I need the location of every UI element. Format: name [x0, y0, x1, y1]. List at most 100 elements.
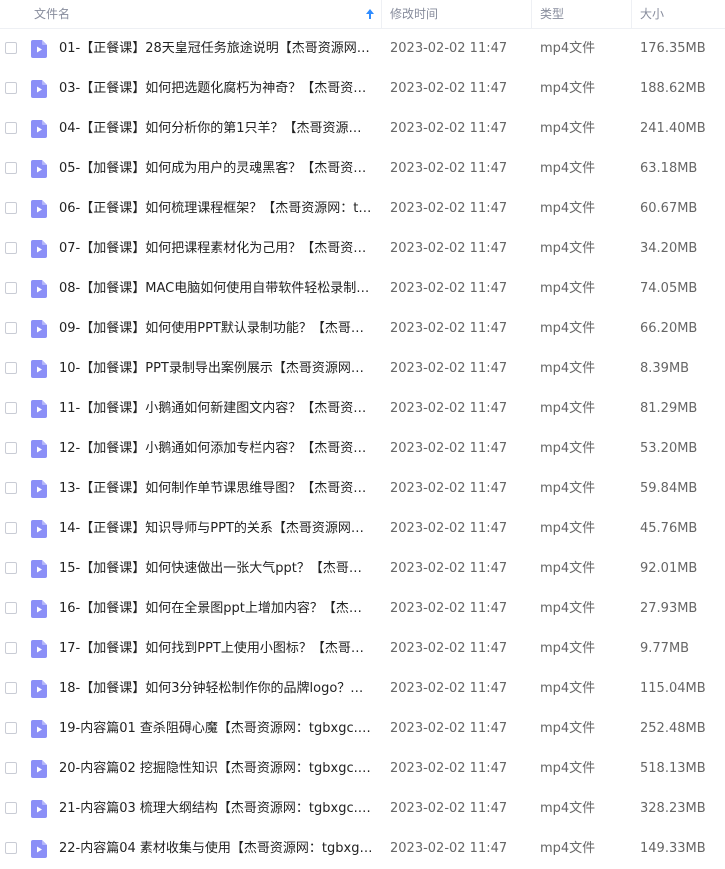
- file-row[interactable]: 15-【加餐课】如何快速做出一张大气ppt？【杰哥资源网：tgbxgc.com】…: [0, 549, 725, 589]
- file-row[interactable]: 17-【加餐课】如何找到PPT上使用小图标？【杰哥资源网：tgbxgc.com】…: [0, 629, 725, 669]
- row-checkbox[interactable]: [5, 42, 17, 54]
- file-type: mp4文件: [540, 281, 596, 296]
- file-row[interactable]: 10-【加餐课】PPT录制导出案例展示【杰哥资源网：tgbxgc.com】 202…: [0, 349, 725, 389]
- file-name[interactable]: 15-【加餐课】如何快速做出一张大气ppt？【杰哥资源网：tgbxgc.com】: [59, 549, 373, 589]
- video-file-icon: [31, 120, 47, 138]
- file-name[interactable]: 08-【加餐课】MAC电脑如何使用自带软件轻松录制视频【杰哥资源网：tgbxgc…: [59, 269, 373, 309]
- file-size: 92.01MB: [640, 561, 698, 576]
- file-row[interactable]: 08-【加餐课】MAC电脑如何使用自带软件轻松录制视频【杰哥资源网：tgbxgc…: [0, 269, 725, 309]
- row-checkbox[interactable]: [5, 122, 17, 134]
- file-row[interactable]: 18-【加餐课】如何3分钟轻松制作你的品牌logo？【杰哥资源网：tgbxgc.…: [0, 669, 725, 709]
- column-header-date[interactable]: 修改时间: [390, 0, 438, 28]
- file-row[interactable]: 05-【加餐课】如何成为用户的灵魂黑客？【杰哥资源网：tgbxgc.com】 20…: [0, 149, 725, 189]
- row-checkbox[interactable]: [5, 722, 17, 734]
- video-file-icon: [31, 80, 47, 98]
- row-checkbox[interactable]: [5, 402, 17, 414]
- row-checkbox[interactable]: [5, 642, 17, 654]
- arrow-up-icon[interactable]: [364, 7, 376, 21]
- file-row[interactable]: 20-内容篇02 挖掘隐性知识【杰哥资源网：tgbxgc.com】 2023-02…: [0, 749, 725, 789]
- file-row[interactable]: 19-内容篇01 查杀阻碍心魔【杰哥资源网：tgbxgc.com】 2023-02…: [0, 709, 725, 749]
- row-checkbox[interactable]: [5, 602, 17, 614]
- column-divider[interactable]: [631, 0, 632, 28]
- file-modified-time: 2023-02-02 11:47: [390, 401, 508, 416]
- video-file-icon: [31, 840, 47, 858]
- row-checkbox[interactable]: [5, 802, 17, 814]
- file-name[interactable]: 14-【正餐课】知识导师与PPT的关系【杰哥资源网：tgbxgc.com】: [59, 509, 373, 549]
- row-checkbox[interactable]: [5, 322, 17, 334]
- file-row[interactable]: 03-【正餐课】如何把选题化腐朽为神奇？【杰哥资源网：tgbxgc.com】 20…: [0, 69, 725, 109]
- file-type: mp4文件: [540, 561, 596, 576]
- file-modified-time: 2023-02-02 11:47: [390, 441, 508, 456]
- file-row[interactable]: 09-【加餐课】如何使用PPT默认录制功能？【杰哥资源网：tgbxgc.com】…: [0, 309, 725, 349]
- column-header-type[interactable]: 类型: [540, 0, 564, 28]
- row-checkbox[interactable]: [5, 242, 17, 254]
- row-checkbox[interactable]: [5, 202, 17, 214]
- file-row[interactable]: 01-【正餐课】28天皇冠任务旅途说明【杰哥资源网：tgbxgc.com】 202…: [0, 29, 725, 69]
- file-name[interactable]: 17-【加餐课】如何找到PPT上使用小图标？【杰哥资源网：tgbxgc.com】: [59, 629, 373, 669]
- file-row[interactable]: 04-【正餐课】如何分析你的第1只羊？【杰哥资源网：tgbxgc.com】 202…: [0, 109, 725, 149]
- file-name[interactable]: 16-【加餐课】如何在全景图ppt上增加内容？【杰哥资源网：tgbxgc.com…: [59, 589, 373, 629]
- row-checkbox[interactable]: [5, 522, 17, 534]
- file-type: mp4文件: [540, 801, 596, 816]
- file-name[interactable]: 18-【加餐课】如何3分钟轻松制作你的品牌logo？【杰哥资源网：tgbxgc.…: [59, 669, 373, 709]
- file-name[interactable]: 05-【加餐课】如何成为用户的灵魂黑客？【杰哥资源网：tgbxgc.com】: [59, 149, 373, 189]
- file-type: mp4文件: [540, 761, 596, 776]
- column-header-size[interactable]: 大小: [640, 0, 664, 28]
- file-modified-time: 2023-02-02 11:47: [390, 721, 508, 736]
- row-checkbox[interactable]: [5, 282, 17, 294]
- file-name[interactable]: 09-【加餐课】如何使用PPT默认录制功能？【杰哥资源网：tgbxgc.com】: [59, 309, 373, 349]
- row-checkbox[interactable]: [5, 842, 17, 854]
- file-row[interactable]: 07-【加餐课】如何把课程素材化为己用？【杰哥资源网：tgbxgc.com】 20…: [0, 229, 725, 269]
- file-name[interactable]: 10-【加餐课】PPT录制导出案例展示【杰哥资源网：tgbxgc.com】: [59, 349, 373, 389]
- row-checkbox[interactable]: [5, 442, 17, 454]
- file-name[interactable]: 19-内容篇01 查杀阻碍心魔【杰哥资源网：tgbxgc.com】: [59, 709, 373, 749]
- file-type: mp4文件: [540, 161, 596, 176]
- file-row[interactable]: 22-内容篇04 素材收集与使用【杰哥资源网：tgbxgc.com】 2023-0…: [0, 829, 725, 869]
- file-row[interactable]: 06-【正餐课】如何梳理课程框架？【杰哥资源网：tgbxgc.com】 2023-…: [0, 189, 725, 229]
- file-name[interactable]: 22-内容篇04 素材收集与使用【杰哥资源网：tgbxgc.com】: [59, 829, 373, 869]
- row-checkbox[interactable]: [5, 762, 17, 774]
- file-type: mp4文件: [540, 201, 596, 216]
- file-name[interactable]: 11-【加餐课】小鹅通如何新建图文内容？【杰哥资源网：tgbxgc.com】: [59, 389, 373, 429]
- file-name[interactable]: 13-【正餐课】如何制作单节课思维导图？【杰哥资源网：tgbxgc.com】: [59, 469, 373, 509]
- file-name[interactable]: 07-【加餐课】如何把课程素材化为己用？【杰哥资源网：tgbxgc.com】: [59, 229, 373, 269]
- row-checkbox[interactable]: [5, 562, 17, 574]
- video-file-icon: [31, 600, 47, 618]
- file-size: 241.40MB: [640, 121, 706, 136]
- row-checkbox[interactable]: [5, 362, 17, 374]
- file-name[interactable]: 03-【正餐课】如何把选题化腐朽为神奇？【杰哥资源网：tgbxgc.com】: [59, 69, 373, 109]
- row-checkbox[interactable]: [5, 82, 17, 94]
- file-size: 176.35MB: [640, 41, 706, 56]
- file-modified-time: 2023-02-02 11:47: [390, 521, 508, 536]
- column-header-name[interactable]: 文件名: [34, 0, 70, 28]
- column-divider[interactable]: [381, 0, 382, 28]
- file-type: mp4文件: [540, 241, 596, 256]
- file-name[interactable]: 12-【加餐课】小鹅通如何添加专栏内容？【杰哥资源网：tgbxgc.com】: [59, 429, 373, 469]
- file-name[interactable]: 01-【正餐课】28天皇冠任务旅途说明【杰哥资源网：tgbxgc.com】: [59, 29, 373, 69]
- video-file-icon: [31, 440, 47, 458]
- file-name[interactable]: 20-内容篇02 挖掘隐性知识【杰哥资源网：tgbxgc.com】: [59, 749, 373, 789]
- file-name[interactable]: 06-【正餐课】如何梳理课程框架？【杰哥资源网：tgbxgc.com】: [59, 189, 373, 229]
- row-checkbox[interactable]: [5, 162, 17, 174]
- file-row[interactable]: 16-【加餐课】如何在全景图ppt上增加内容？【杰哥资源网：tgbxgc.com…: [0, 589, 725, 629]
- file-type: mp4文件: [540, 521, 596, 536]
- file-size: 74.05MB: [640, 281, 698, 296]
- file-row[interactable]: 12-【加餐课】小鹅通如何添加专栏内容？【杰哥资源网：tgbxgc.com】 20…: [0, 429, 725, 469]
- video-file-icon: [31, 280, 47, 298]
- file-size: 115.04MB: [640, 681, 706, 696]
- file-name[interactable]: 04-【正餐课】如何分析你的第1只羊？【杰哥资源网：tgbxgc.com】: [59, 109, 373, 149]
- file-row[interactable]: 11-【加餐课】小鹅通如何新建图文内容？【杰哥资源网：tgbxgc.com】 20…: [0, 389, 725, 429]
- video-file-icon: [31, 680, 47, 698]
- row-checkbox[interactable]: [5, 482, 17, 494]
- video-file-icon: [31, 640, 47, 658]
- file-row[interactable]: 21-内容篇03 梳理大纲结构【杰哥资源网：tgbxgc.com】 2023-02…: [0, 789, 725, 829]
- column-divider[interactable]: [531, 0, 532, 28]
- file-row[interactable]: 14-【正餐课】知识导师与PPT的关系【杰哥资源网：tgbxgc.com】 202…: [0, 509, 725, 549]
- file-list-header: 文件名 修改时间 类型 大小: [0, 0, 725, 29]
- file-modified-time: 2023-02-02 11:47: [390, 841, 508, 856]
- file-name[interactable]: 21-内容篇03 梳理大纲结构【杰哥资源网：tgbxgc.com】: [59, 789, 373, 829]
- file-type: mp4文件: [540, 641, 596, 656]
- row-checkbox[interactable]: [5, 682, 17, 694]
- file-type: mp4文件: [540, 481, 596, 496]
- file-row[interactable]: 13-【正餐课】如何制作单节课思维导图？【杰哥资源网：tgbxgc.com】 20…: [0, 469, 725, 509]
